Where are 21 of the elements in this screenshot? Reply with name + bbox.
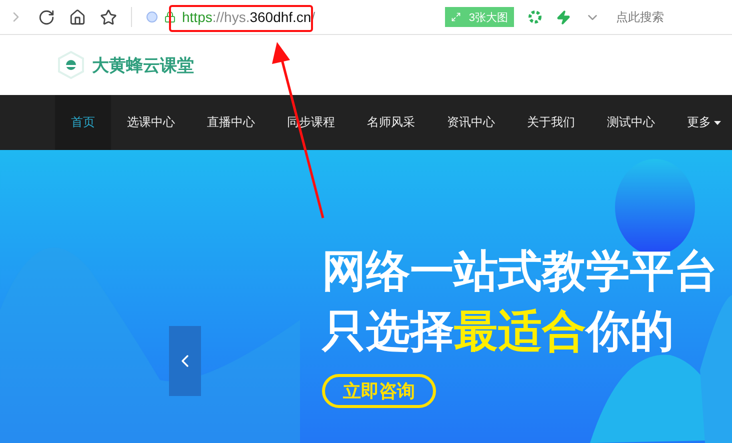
hero-subheadline: 只选择最适合你的 bbox=[322, 305, 675, 359]
logo-icon bbox=[58, 51, 84, 79]
extension-icon[interactable] bbox=[528, 10, 542, 24]
bookmark-star-icon[interactable] bbox=[100, 8, 117, 26]
hero-headline: 网络一站式教学平台 bbox=[322, 245, 719, 299]
nav-link[interactable]: 测试中心 bbox=[591, 95, 671, 150]
nav-link[interactable]: 关于我们 bbox=[511, 95, 591, 150]
shield-icon bbox=[146, 11, 158, 23]
home-icon[interactable] bbox=[69, 8, 86, 26]
expand-icon bbox=[450, 12, 461, 22]
logo-text: 大黄蜂云课堂 bbox=[92, 54, 194, 76]
nav-link[interactable]: 更多 bbox=[671, 95, 721, 150]
nav-link[interactable]: 名师风采 bbox=[351, 95, 431, 150]
lock-icon bbox=[164, 11, 176, 23]
nav-link[interactable]: 资讯中心 bbox=[431, 95, 511, 150]
nav-link[interactable]: 首页 bbox=[55, 95, 111, 150]
caret-icon bbox=[714, 120, 721, 124]
lightning-icon[interactable] bbox=[556, 10, 571, 24]
reload-icon[interactable] bbox=[38, 8, 55, 26]
nav-link[interactable]: 选课中心 bbox=[111, 95, 191, 150]
nav-link[interactable]: 直播中心 bbox=[191, 95, 271, 150]
